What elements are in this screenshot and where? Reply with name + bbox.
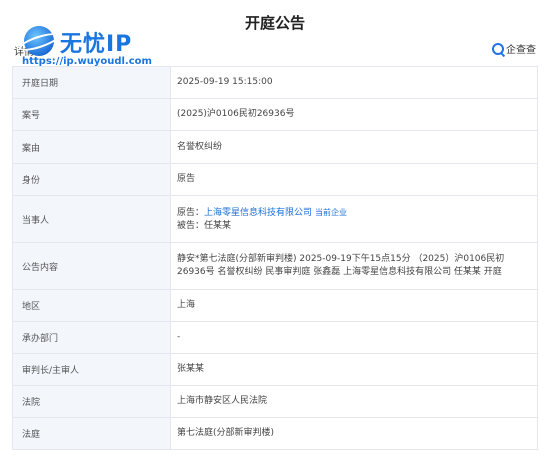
watermark-logo: 无忧IP https://ip.wuyoudl.com	[17, 24, 152, 70]
defendant-text: 被告：任某某	[177, 220, 232, 231]
current-company-tag: 当前企业	[315, 207, 348, 217]
row-value: 2025-09-19 15:15:00	[177, 77, 273, 87]
plaintiff-link[interactable]: 上海零星信息科技有限公司	[204, 208, 312, 218]
row-value: 第七法庭(分部新审判楼)	[177, 428, 275, 438]
row-label: 地区	[13, 290, 171, 321]
plaintiff-prefix: 原告：	[177, 207, 205, 218]
table-row: 审判长/主审人 张某某	[12, 354, 538, 386]
row-value: -	[177, 332, 181, 342]
table-row: 地区 上海	[12, 290, 538, 322]
qichacha-search-icon	[492, 42, 504, 55]
row-label: 开庭日期	[13, 67, 171, 98]
row-label: 案由	[13, 131, 171, 163]
row-value: 名誉权纠纷	[177, 141, 223, 152]
row-value: 静安*第七法庭(分部新审判楼) 2025-09-19下午15点15分 （2025…	[177, 254, 505, 277]
row-label: 承办部门	[13, 322, 171, 353]
row-label: 法院	[13, 386, 171, 417]
row-value: 上海市静安区人民法院	[177, 396, 268, 406]
row-value: 原告：上海零星信息科技有限公司 当前企业 被告：任某某	[171, 196, 537, 242]
table-row: 法院 上海市静安区人民法院	[12, 386, 538, 418]
table-row: 开庭日期 2025-09-19 15:15:00	[12, 67, 538, 99]
row-value: 原告	[177, 174, 196, 184]
row-value: 上海	[177, 300, 196, 310]
row-value: (2025)沪0106民初26936号	[177, 109, 295, 119]
table-row: 案由 名誉权纠纷	[12, 131, 538, 164]
detail-table: 开庭日期 2025-09-19 15:15:00 案号 (2025)沪0106民…	[12, 66, 538, 450]
qichacha-link[interactable]: 企查查	[492, 41, 536, 56]
row-label: 当事人	[13, 196, 171, 242]
watermark-name: 无忧IP	[60, 32, 133, 57]
table-row: 承办部门 -	[12, 322, 538, 354]
row-label: 公告内容	[13, 243, 171, 289]
qichacha-label: 企查查	[506, 45, 536, 56]
row-value: 张某某	[177, 364, 205, 374]
row-label: 法庭	[13, 418, 171, 449]
table-row: 案号 (2025)沪0106民初26936号	[12, 99, 538, 131]
row-label: 案号	[13, 99, 171, 130]
table-row: 身份 原告	[12, 164, 538, 196]
table-row: 公告内容 静安*第七法庭(分部新审判楼) 2025-09-19下午15点15分 …	[12, 243, 538, 290]
row-label: 身份	[13, 164, 171, 195]
row-label: 审判长/主审人	[13, 354, 171, 385]
table-row: 法庭 第七法庭(分部新审判楼)	[12, 418, 538, 450]
table-row: 当事人 原告：上海零星信息科技有限公司 当前企业 被告：任某某	[12, 196, 538, 243]
